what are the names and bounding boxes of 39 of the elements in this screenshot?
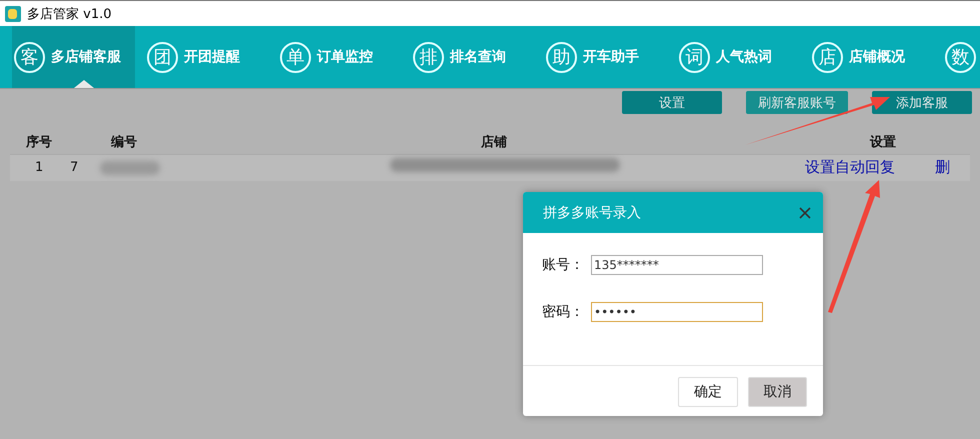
table-cell: 7: [70, 160, 78, 175]
input-field[interactable]: 135*******: [591, 255, 763, 275]
field-label: 账号：: [542, 256, 585, 274]
nav-tab[interactable]: 排 排名查询: [411, 26, 534, 88]
column-header: 店铺: [481, 134, 507, 151]
dialog-button[interactable]: 取消: [748, 377, 807, 407]
nav-tab[interactable]: 客 多店铺客服: [12, 26, 135, 88]
dialog-title: 拼多多账号录入: [543, 204, 641, 222]
tab-icon: 助: [546, 42, 577, 72]
nav-tab[interactable]: 店 店铺概况: [810, 26, 933, 88]
pointer-icon: [74, 80, 94, 88]
dialog-button[interactable]: 确定: [678, 377, 738, 407]
nav-tab[interactable]: 团 开团提醒: [145, 26, 268, 88]
input-field[interactable]: ••••••: [591, 302, 763, 322]
column-header: 编号: [111, 134, 137, 151]
tab-icon: 团: [147, 42, 178, 72]
tab-icon: 店: [812, 42, 843, 72]
table-cell: 1: [35, 160, 44, 175]
toolbar-button[interactable]: 刷新客服账号: [746, 91, 848, 114]
tab-icon: 客: [14, 42, 45, 72]
action-link[interactable]: 删: [935, 158, 950, 177]
toolbar-button[interactable]: 添加客服: [872, 91, 972, 114]
close-icon[interactable]: [799, 206, 811, 218]
nav-tab[interactable]: 数: [943, 26, 980, 88]
window-title: 多店管家 v1.0: [27, 6, 112, 22]
action-link[interactable]: 设置自动回复: [805, 158, 895, 177]
tab-icon: 排: [413, 42, 444, 72]
tab-icon: 数: [945, 42, 976, 72]
field-label: 密码：: [542, 303, 585, 321]
column-header: 设置: [870, 134, 896, 151]
app-icon: [5, 6, 21, 22]
nav-tab[interactable]: 词 人气热词: [677, 26, 800, 88]
nav-tab[interactable]: 单 订单监控: [278, 26, 401, 88]
nav-tab[interactable]: 助 开车助手: [544, 26, 667, 88]
blurred-text: [100, 161, 160, 175]
tab-icon: 词: [679, 42, 710, 72]
tab-icon: 单: [280, 42, 311, 72]
toolbar-button[interactable]: 设置: [622, 91, 722, 114]
column-header: 序号: [26, 134, 52, 151]
